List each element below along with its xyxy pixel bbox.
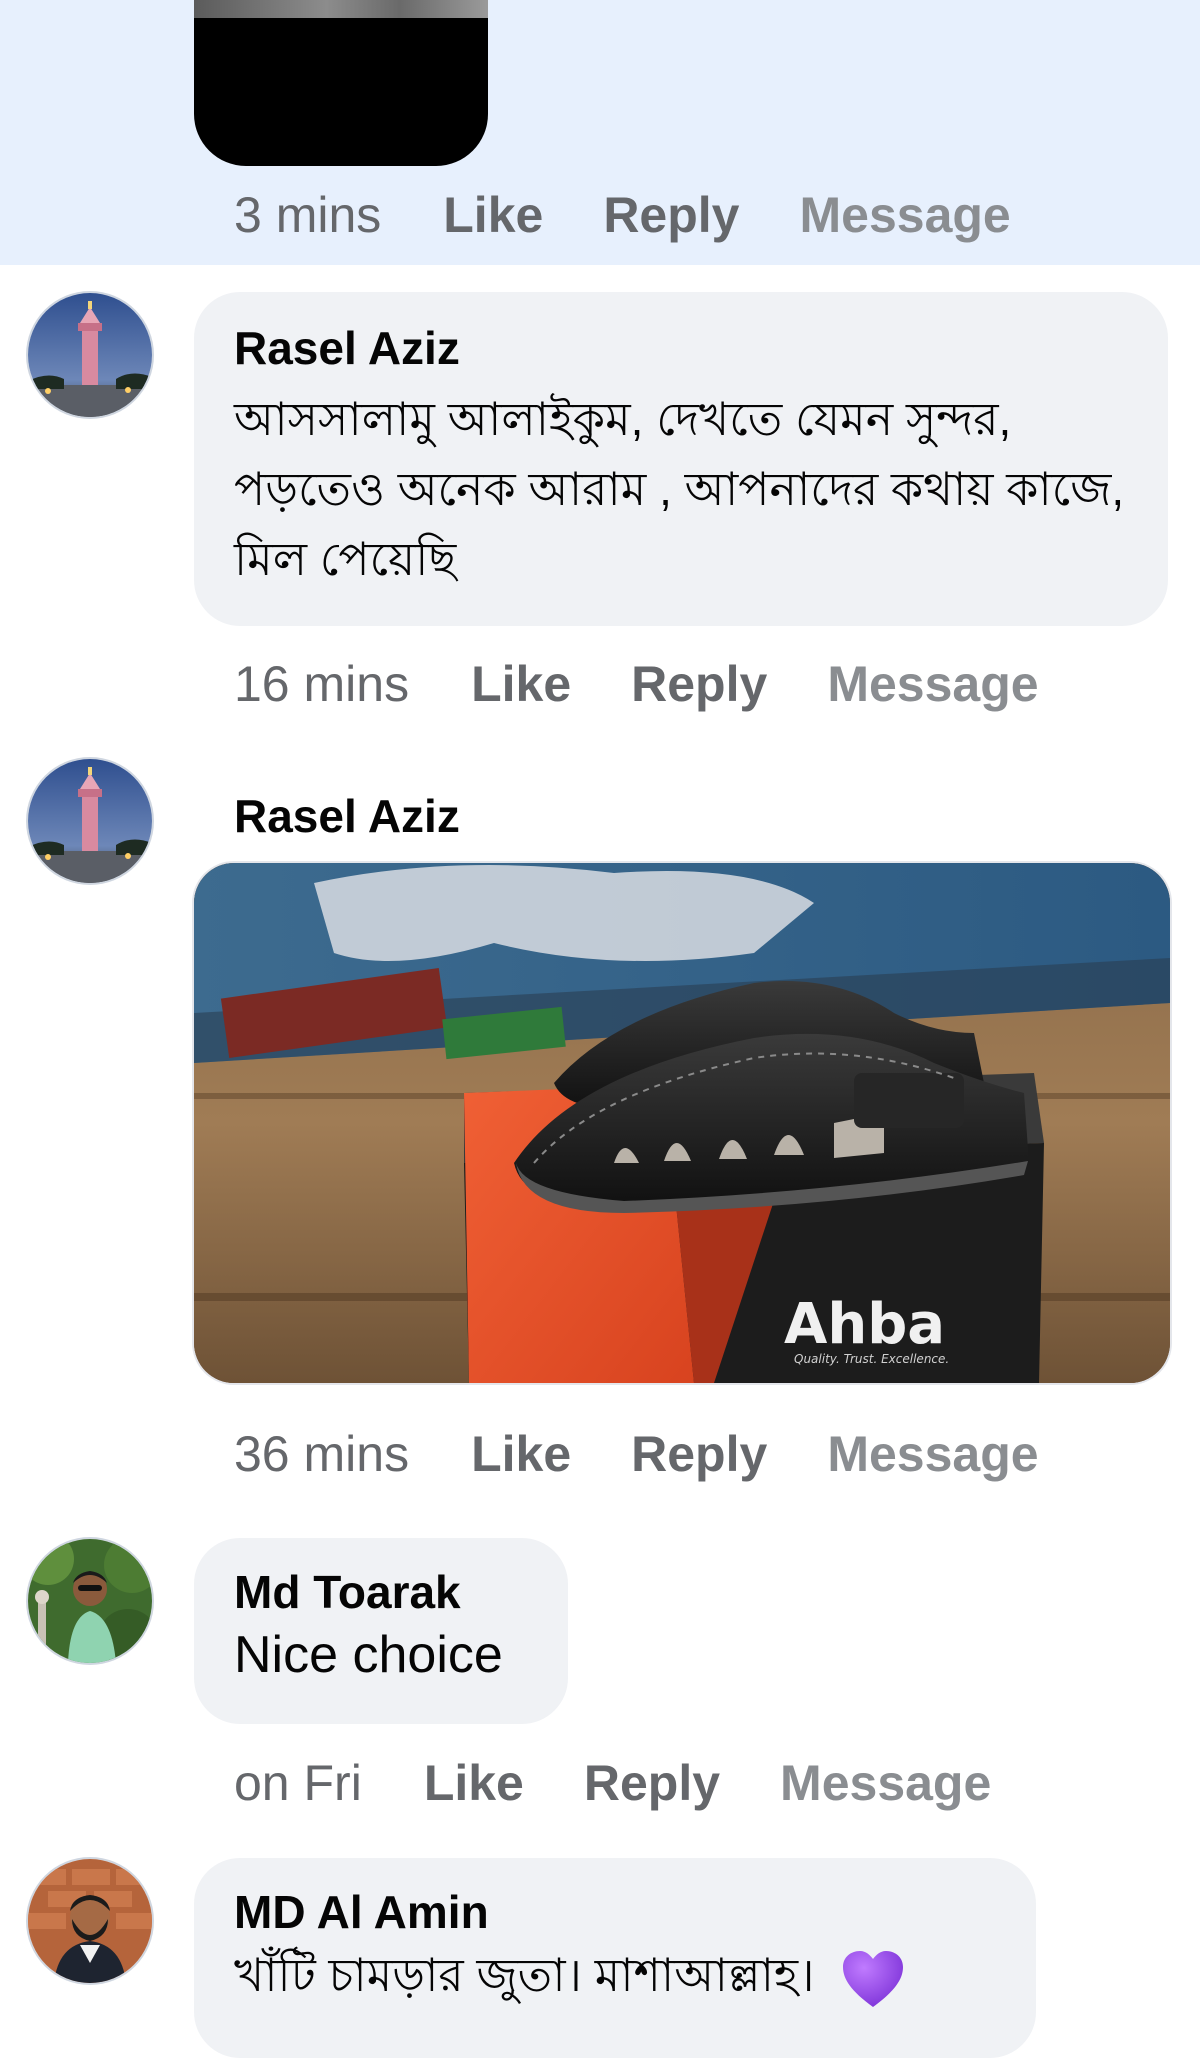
highlighted-comment: 3 mins Like Reply Message <box>0 0 1200 265</box>
avatar-person-photo <box>28 1859 152 1983</box>
reply-button[interactable]: Reply <box>603 186 739 244</box>
comment-actions: 16 mins Like Reply Message <box>234 654 1099 714</box>
comment-timestamp[interactable]: on Fri <box>234 1754 362 1812</box>
comment-text: খাঁটি চামড়ার জুতা। মাশাআল্লাহ। <box>234 1949 815 2001</box>
avatar-tower-photo <box>28 293 152 417</box>
comment-actions: 36 mins Like Reply Message <box>234 1424 1099 1484</box>
photo-visible-strip <box>194 0 488 18</box>
avatar-tower-photo <box>28 759 152 883</box>
comment-actions: on Fri Like Reply Message <box>234 1753 1051 1813</box>
comment-bubble[interactable]: MD Al Amin খাঁটি চামড়ার জুতা। মাশাআল্লা… <box>194 1858 1036 2058</box>
comment-timestamp[interactable]: 3 mins <box>234 186 381 244</box>
box-brand-text: Ahba <box>784 1292 945 1357</box>
comment-author[interactable]: Rasel Aziz <box>234 320 1128 376</box>
avatar-person-photo <box>28 1539 152 1663</box>
reply-button[interactable]: Reply <box>584 1754 720 1812</box>
comment-author[interactable]: Md Toarak <box>234 1564 528 1620</box>
avatar[interactable] <box>28 759 152 883</box>
reply-button[interactable]: Reply <box>631 655 767 713</box>
comment-author[interactable]: Rasel Aziz <box>234 788 460 844</box>
avatar[interactable] <box>28 1539 152 1663</box>
comment-text-row: খাঁটি চামড়ার জুতা। মাশাআল্লাহ। <box>234 1940 996 2010</box>
comment-bubble[interactable]: Md Toarak Nice choice <box>194 1538 568 1724</box>
comment-photo-attachment[interactable]: Ahba Quality. Trust. Excellence. <box>194 863 1170 1383</box>
like-button[interactable]: Like <box>443 186 543 244</box>
comment-text: Nice choice <box>234 1626 503 1684</box>
message-button[interactable]: Message <box>800 186 1011 244</box>
message-button[interactable]: Message <box>827 1425 1038 1483</box>
message-button[interactable]: Message <box>827 655 1038 713</box>
avatar[interactable] <box>28 1859 152 1983</box>
message-button[interactable]: Message <box>780 1754 991 1812</box>
comment-bubble[interactable]: Rasel Aziz আসসালামু আলাইকুম, দেখতে যেমন … <box>194 292 1168 626</box>
shoe-photo: Ahba Quality. Trust. Excellence. <box>194 863 1170 1383</box>
comment-actions: 3 mins Like Reply Message <box>234 185 1071 245</box>
like-button[interactable]: Like <box>424 1754 524 1812</box>
like-button[interactable]: Like <box>471 655 571 713</box>
avatar[interactable] <box>28 293 152 417</box>
comment-photo-attachment[interactable] <box>194 0 488 166</box>
like-button[interactable]: Like <box>471 1425 571 1483</box>
comment-text: আসসালামু আলাইকুম, দেখতে যেমন সুন্দর, পড়… <box>234 393 1125 585</box>
purple-heart-icon <box>843 1950 904 2007</box>
box-tagline-text: Quality. Trust. Excellence. <box>794 1352 949 1366</box>
comment-timestamp[interactable]: 16 mins <box>234 655 409 713</box>
comment-timestamp[interactable]: 36 mins <box>234 1425 409 1483</box>
comment-author[interactable]: MD Al Amin <box>234 1884 996 1940</box>
reply-button[interactable]: Reply <box>631 1425 767 1483</box>
